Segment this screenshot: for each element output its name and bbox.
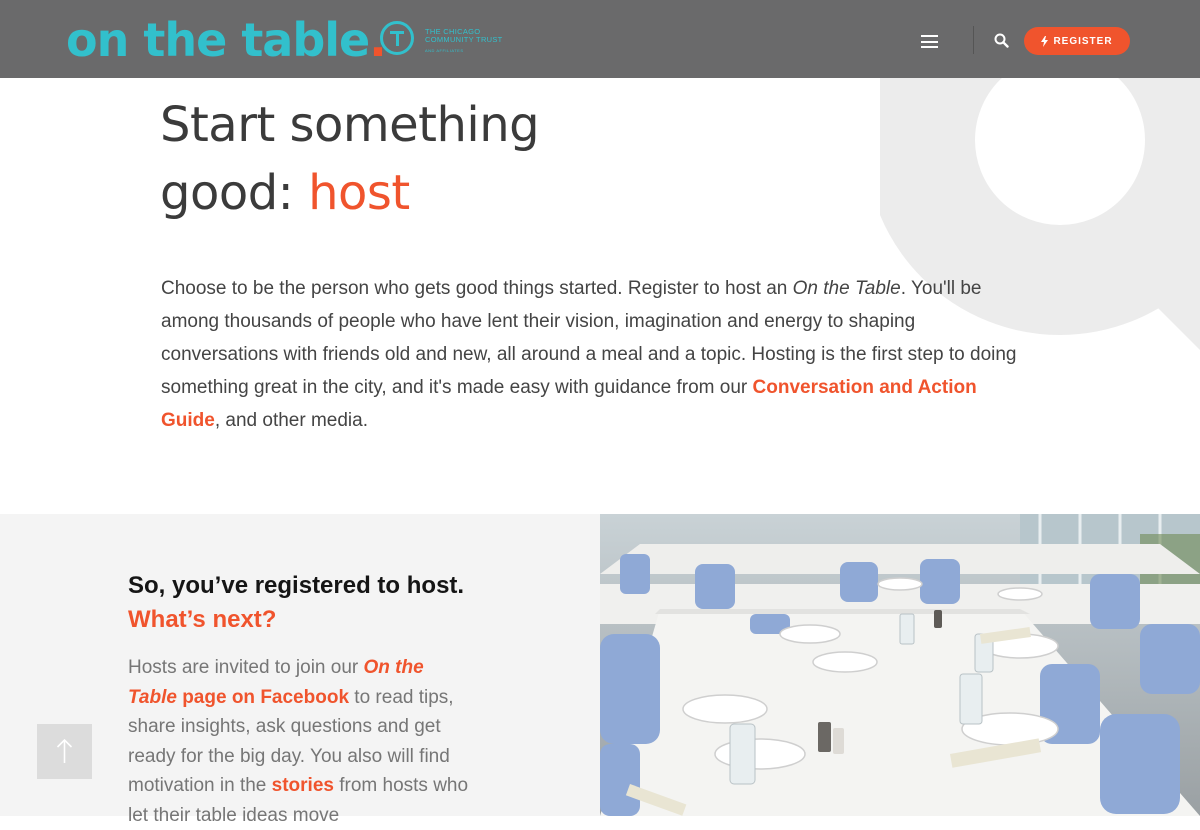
stories-link[interactable]: stories xyxy=(272,775,334,796)
dining-tables-photo xyxy=(600,514,1200,816)
bolt-icon xyxy=(1041,35,1049,47)
hero-text-1: Choose to be the person who gets good th… xyxy=(161,278,793,299)
hero-text-3: , and other media. xyxy=(214,410,368,431)
scroll-to-top-button[interactable] xyxy=(37,724,92,779)
page-title: Start something good: host xyxy=(160,91,540,227)
next-steps-title: So, you’ve registered to host. xyxy=(128,572,465,599)
site-header: on the table. THE CHICAGO COMMUNITY TRUS… xyxy=(0,0,1200,78)
hero-paragraph: Choose to be the person who gets good th… xyxy=(161,272,1031,437)
title-prefix: good: xyxy=(160,165,309,221)
arrow-up-icon xyxy=(56,738,73,763)
title-accent: host xyxy=(308,165,410,221)
search-icon[interactable] xyxy=(994,33,1009,48)
menu-icon[interactable] xyxy=(921,35,938,48)
site-logo[interactable]: on the table. xyxy=(66,10,387,70)
community-trust-logo-icon xyxy=(380,21,414,55)
logo-text: on the table xyxy=(66,13,370,67)
next-text-1: Hosts are invited to join our xyxy=(128,657,364,678)
partner-line-3: AND AFFILIATES xyxy=(425,48,464,53)
header-divider xyxy=(973,26,974,54)
title-line-1: Start something xyxy=(160,97,540,153)
next-steps-heading: So, you’ve registered to host. What’s ne… xyxy=(128,569,528,637)
facebook-link-rest: page on Facebook xyxy=(176,686,350,708)
register-button[interactable]: REGISTER xyxy=(1024,27,1130,55)
hero-text-italic: On the Table xyxy=(792,278,901,299)
next-steps-paragraph: Hosts are invited to join our On the Tab… xyxy=(128,653,476,830)
partner-line-2: COMMUNITY TRUST xyxy=(425,35,503,44)
community-trust-name: THE CHICAGO COMMUNITY TRUST xyxy=(425,28,515,44)
register-button-label: REGISTER xyxy=(1053,35,1113,47)
next-steps-title-accent: What’s next? xyxy=(128,606,277,633)
